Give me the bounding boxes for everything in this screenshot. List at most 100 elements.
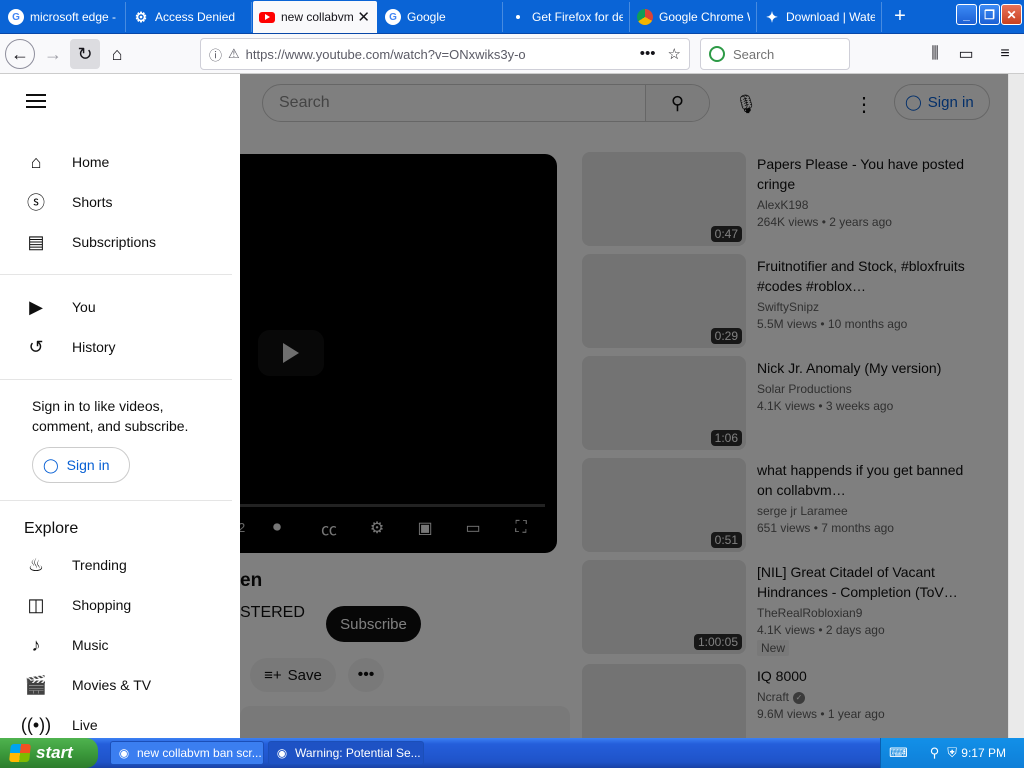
- video-thumbnail[interactable]: 1:00:05: [582, 560, 746, 654]
- page-scrollbar[interactable]: [1008, 74, 1024, 738]
- address-bar[interactable]: ⓘ ⚠ https://www.youtube.com/watch?v=ONxw…: [200, 38, 690, 70]
- close-tab-icon[interactable]: ✕: [353, 8, 370, 26]
- video-thumbnail[interactable]: 0:51: [582, 458, 746, 552]
- related-video[interactable]: 1:00:05 [NIL] Great Citadel of Vacant Hi…: [582, 560, 982, 656]
- divider: [0, 274, 232, 275]
- restore-button[interactable]: ❐: [979, 4, 1000, 25]
- drawer-sign-in-button[interactable]: ◯ Sign in: [32, 447, 130, 483]
- sidebar-item-music[interactable]: ♪ Music: [0, 625, 232, 665]
- sidebar-item-you[interactable]: ▶ You: [0, 287, 232, 327]
- theater-mode-icon[interactable]: ▭: [458, 516, 488, 540]
- new-tab-button[interactable]: +: [888, 4, 912, 28]
- youtube-search-input[interactable]: Search: [263, 94, 645, 112]
- subscribe-button[interactable]: Subscribe: [326, 606, 421, 642]
- reload-button[interactable]: ↻: [70, 39, 100, 69]
- sidebar-item-shorts[interactable]: ⓢ Shorts: [0, 182, 232, 222]
- related-title[interactable]: Papers Please - You have posted cringe: [757, 154, 972, 194]
- tab-microsoft-edge[interactable]: G microsoft edge - G: [2, 2, 126, 32]
- progress-bar[interactable]: [190, 504, 545, 507]
- channel-name[interactable]: STERED: [240, 604, 305, 622]
- close-window-button[interactable]: ✕: [1001, 4, 1022, 25]
- header-sign-in-button[interactable]: ◯ Sign in: [894, 84, 990, 120]
- tab-new-collabvm[interactable]: new collabvm ✕: [253, 1, 377, 33]
- more-actions-button[interactable]: •••: [348, 658, 384, 692]
- bookmark-star-icon[interactable]: ☆: [668, 45, 681, 63]
- sidebar-item-shopping[interactable]: ◫ Shopping: [0, 585, 232, 625]
- security-icon[interactable]: ⛨: [947, 745, 957, 761]
- taskbar-item[interactable]: ◉ Warning: Potential Se...: [268, 741, 424, 765]
- related-channel[interactable]: Ncraft ✓: [757, 690, 972, 704]
- tab-google-chrome[interactable]: Google Chrome W: [631, 2, 757, 32]
- sidebar-item-movies-tv[interactable]: 🎬 Movies & TV: [0, 665, 232, 705]
- related-channel[interactable]: AlexK198: [757, 198, 972, 212]
- play-button[interactable]: [258, 330, 324, 376]
- taskbar-item-label: new collabvm ban scr...: [137, 746, 262, 760]
- browser-search-box[interactable]: Search: [700, 38, 850, 70]
- description-box[interactable]: [240, 706, 570, 738]
- autoplay-toggle-icon[interactable]: ⏺: [262, 516, 292, 540]
- firefox-icon: ◉: [276, 746, 288, 760]
- related-meta: 9.6M views • 1 year ago: [757, 707, 885, 721]
- related-video[interactable]: 1:06 Nick Jr. Anomaly (My version) Solar…: [582, 356, 982, 452]
- related-channel[interactable]: SwiftySnipz: [757, 300, 972, 314]
- sidebar-item-label: Home: [72, 154, 110, 170]
- network-icon[interactable]: ⚲: [930, 745, 940, 761]
- sidebar-item-history[interactable]: ↺ History: [0, 327, 232, 367]
- video-thumbnail[interactable]: 0:47: [582, 152, 746, 246]
- video-thumbnail[interactable]: [582, 664, 746, 738]
- microphone-icon[interactable]: 🎙: [728, 86, 764, 122]
- home-button[interactable]: ⌂: [102, 39, 132, 69]
- related-video[interactable]: 0:29 Fruitnotifier and Stock, #bloxfruit…: [582, 254, 982, 350]
- menu-icon[interactable]: ≡: [995, 44, 1015, 64]
- related-title[interactable]: Fruitnotifier and Stock, #bloxfruits #co…: [757, 256, 972, 296]
- sidebar-item-live[interactable]: ((•)) Live: [0, 705, 232, 738]
- youtube-search-bar[interactable]: Search ⚲: [262, 84, 710, 122]
- sidebar-item-trending[interactable]: ♨ Trending: [0, 545, 232, 585]
- miniplayer-icon[interactable]: ▣: [410, 516, 440, 540]
- related-video[interactable]: 0:51 what happends if you get banned on …: [582, 458, 982, 554]
- settings-gear-icon[interactable]: ⚙: [362, 516, 392, 540]
- sidebar-item-home[interactable]: ⌂ Home: [0, 142, 232, 182]
- info-icon[interactable]: ⓘ: [209, 45, 222, 64]
- minimize-button[interactable]: _: [956, 4, 977, 25]
- related-channel[interactable]: Solar Productions: [757, 382, 972, 396]
- sign-in-label: Sign in: [66, 457, 110, 473]
- related-channel[interactable]: TheRealRobloxian9: [757, 606, 972, 620]
- sidebar-item-label: History: [72, 339, 116, 355]
- related-title[interactable]: Nick Jr. Anomaly (My version): [757, 358, 972, 378]
- related-title[interactable]: IQ 8000: [757, 666, 972, 686]
- taskbar-item-label: Warning: Potential Se...: [295, 746, 421, 760]
- back-button[interactable]: ←: [5, 39, 35, 69]
- fullscreen-icon[interactable]: ⛶: [506, 516, 536, 540]
- sidebar-toggle-icon[interactable]: ▭: [956, 44, 976, 64]
- sidebar-item-subscriptions[interactable]: ▤ Subscriptions: [0, 222, 232, 262]
- search-icon[interactable]: ⚲: [645, 85, 709, 121]
- hamburger-menu-icon[interactable]: [24, 91, 48, 111]
- tab-access-denied[interactable]: ⚙ Access Denied: [127, 2, 252, 32]
- url-text[interactable]: https://www.youtube.com/watch?v=ONxwiks3…: [246, 47, 526, 62]
- related-video[interactable]: 0:47 Papers Please - You have posted cri…: [582, 152, 982, 248]
- related-title[interactable]: what happends if you get banned on colla…: [757, 460, 972, 500]
- related-title[interactable]: [NIL] Great Citadel of Vacant Hindrances…: [757, 562, 972, 602]
- permissions-icon[interactable]: ⚠: [228, 46, 240, 62]
- related-video[interactable]: IQ 8000 Ncraft ✓ 9.6M views • 1 year ago: [582, 664, 982, 738]
- tab-google[interactable]: G Google: [379, 2, 503, 32]
- captions-icon[interactable]: ㏄: [314, 516, 344, 540]
- you-icon: ▶: [29, 296, 43, 317]
- movies-icon: 🎬: [24, 674, 48, 695]
- tab-download[interactable]: ✦ Download | Wate: [758, 2, 882, 32]
- taskbar: start ◉ new collabvm ban scr... ◉ Warnin…: [0, 738, 1024, 768]
- keyboard-icon[interactable]: ⌨: [889, 745, 908, 761]
- start-button[interactable]: start: [0, 738, 98, 768]
- library-icon[interactable]: ⫼: [925, 44, 945, 64]
- forward-button[interactable]: →: [38, 39, 68, 69]
- video-thumbnail[interactable]: 1:06: [582, 356, 746, 450]
- settings-menu-icon[interactable]: ⋮: [854, 86, 874, 122]
- tab-get-firefox[interactable]: Get Firefox for de: [504, 2, 630, 32]
- video-thumbnail[interactable]: 0:29: [582, 254, 746, 348]
- related-channel[interactable]: serge jr Laramee: [757, 504, 972, 518]
- page-actions-icon[interactable]: •••: [640, 45, 656, 63]
- tab-label: microsoft edge - G: [30, 10, 119, 24]
- save-button[interactable]: ≡+ Save: [250, 658, 336, 692]
- taskbar-item[interactable]: ◉ new collabvm ban scr...: [110, 741, 264, 765]
